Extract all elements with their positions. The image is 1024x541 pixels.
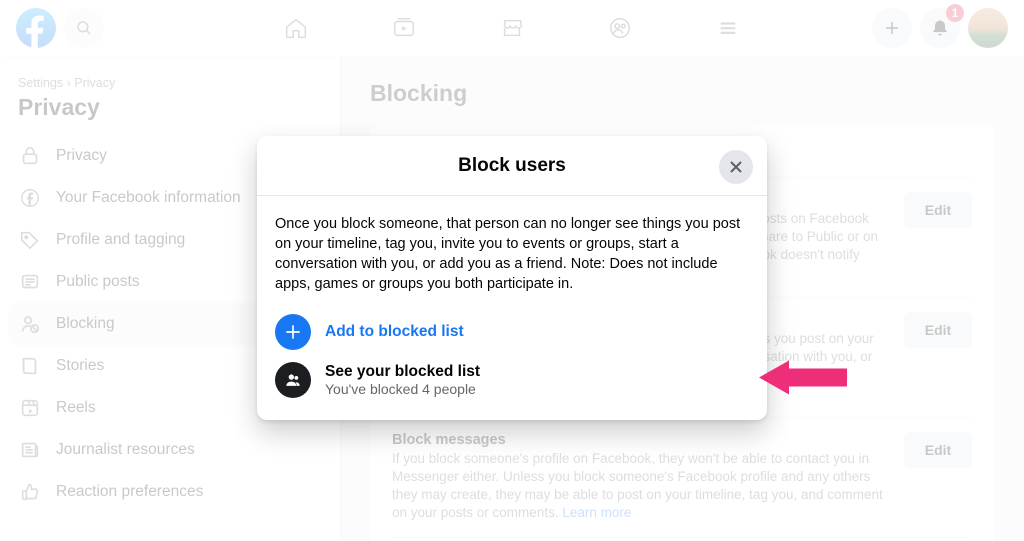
close-button[interactable]	[719, 150, 753, 184]
people-icon	[275, 362, 311, 398]
annotation-arrow	[755, 357, 847, 404]
modal-overlay[interactable]: Block users Once you block someone, that…	[0, 0, 1024, 541]
plus-icon	[275, 314, 311, 350]
row-title: Add to blocked list	[325, 323, 464, 341]
modal-title: Block users	[458, 155, 566, 177]
modal-body: Once you block someone, that person can …	[257, 196, 767, 420]
modal-header: Block users	[257, 136, 767, 196]
row-subtitle: You've blocked 4 people	[325, 381, 480, 397]
block-users-modal: Block users Once you block someone, that…	[257, 136, 767, 420]
see-blocked-list-row[interactable]: See your blocked list You've blocked 4 p…	[275, 356, 749, 404]
add-to-blocked-list-row[interactable]: Add to blocked list	[275, 308, 749, 356]
row-title: See your blocked list	[325, 363, 480, 381]
modal-description: Once you block someone, that person can …	[275, 214, 749, 294]
